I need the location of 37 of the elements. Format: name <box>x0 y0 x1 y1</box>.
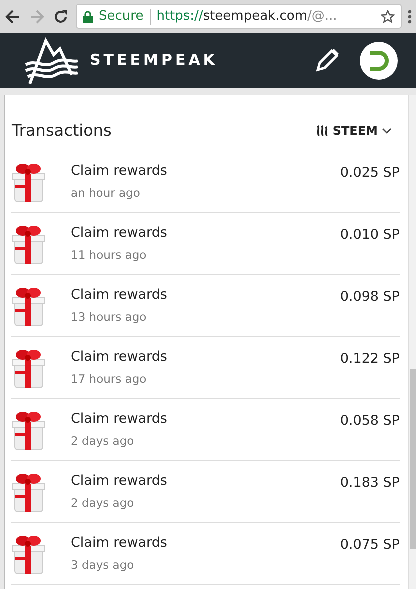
transaction-amount: 0.122 SP <box>340 350 400 370</box>
transaction-title: Claim rewards <box>71 410 168 429</box>
transaction-amount: 0.010 SP <box>340 226 400 246</box>
transaction-title: Claim rewards <box>71 534 168 553</box>
transaction-title: Claim rewards <box>71 286 168 305</box>
transaction-amount: 0.025 SP <box>340 164 400 184</box>
transaction-time: 2 days ago <box>71 495 136 512</box>
pencil-icon[interactable] <box>314 48 340 74</box>
address-bar[interactable]: Secure https://steempeak.com/@... <box>76 4 402 29</box>
back-icon[interactable] <box>4 8 22 26</box>
caret-icon <box>382 128 392 134</box>
transaction-amount: 0.058 SP <box>340 412 400 432</box>
transaction-time: 11 hours ago <box>71 247 148 264</box>
transaction-time: 13 hours ago <box>71 309 148 326</box>
transaction-title: Claim rewards <box>71 472 168 491</box>
transaction-amount: 0.098 SP <box>340 288 400 308</box>
star-icon[interactable] <box>381 10 395 24</box>
avatar[interactable] <box>360 42 398 80</box>
lock-icon <box>83 10 93 22</box>
reload-icon[interactable] <box>52 8 70 26</box>
scrollbar[interactable] <box>408 95 416 589</box>
currency-dropdown[interactable]: STEEM <box>316 122 392 140</box>
transaction-title: Claim rewards <box>71 224 168 243</box>
section-title: Transactions <box>12 120 112 142</box>
transaction-amount: 0.183 SP <box>340 474 400 494</box>
secure-label: Secure <box>99 8 144 26</box>
menu-icon[interactable] <box>408 10 412 24</box>
transaction-title: Claim rewards <box>71 348 168 367</box>
url-text: https://steempeak.com/@... <box>156 8 338 26</box>
brand-name[interactable]: STEEMPEAK <box>90 49 218 72</box>
transaction-time: 17 hours ago <box>71 371 148 388</box>
transaction-time: 2 days ago <box>71 433 136 450</box>
transaction-title: Claim rewards <box>71 162 168 181</box>
transaction-time: 3 days ago <box>71 557 136 574</box>
steem-logo-icon <box>316 125 329 137</box>
transaction-time: an hour ago <box>71 185 142 202</box>
transaction-amount: 0.075 SP <box>340 536 400 556</box>
